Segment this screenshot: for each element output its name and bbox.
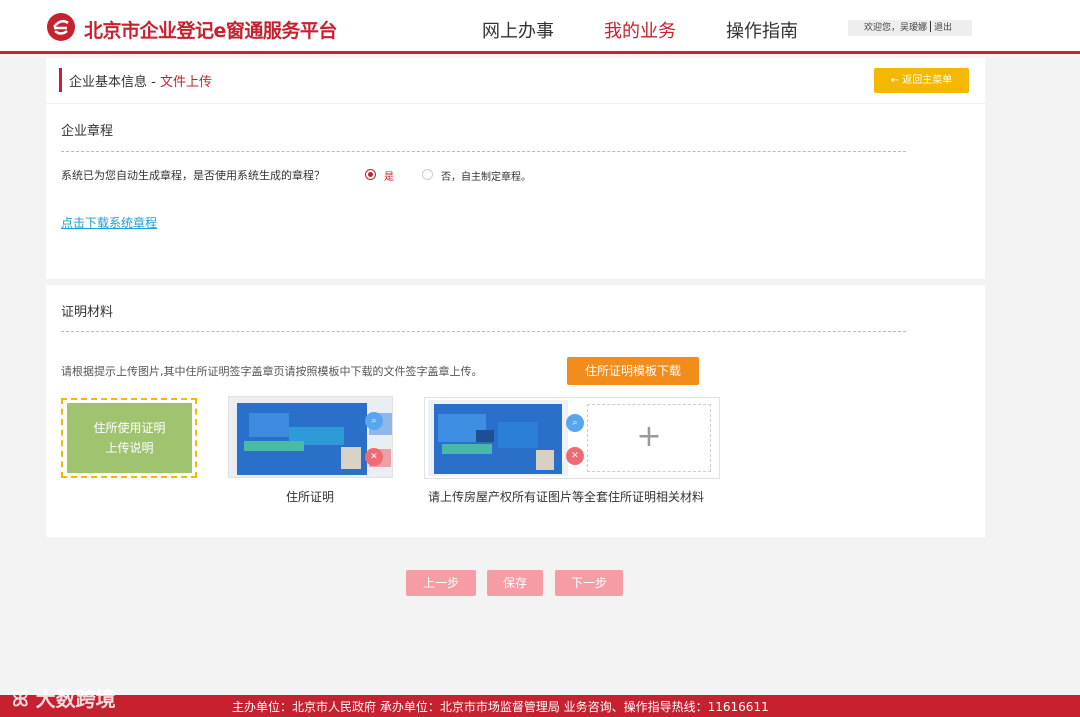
zoom-icon[interactable]: ⌕ (566, 414, 584, 432)
plus-icon: + (636, 419, 662, 454)
section-title-proof: 证明材料 (61, 305, 114, 320)
breadcrumb-separator: - (147, 75, 160, 90)
title-accent-bar (59, 68, 62, 92)
user-box: 欢迎您，吴瑷娜 退出 (848, 20, 972, 36)
nav-online-service[interactable]: 网上办事 (482, 17, 554, 43)
zoom-icon[interactable]: ⌕ (365, 412, 383, 430)
residence-proof-image[interactable] (228, 396, 393, 478)
trash-icon[interactable]: ✕ (365, 448, 383, 466)
caption-residence-proof: 住所证明 (286, 490, 335, 504)
watermark: ꕤ 大数跨境 (12, 687, 116, 711)
radio-no-label[interactable]: 否，自主制定章程。 (441, 168, 531, 183)
instruction-tile[interactable]: 住所使用证明 上传说明 (67, 403, 192, 473)
dashed-divider (61, 151, 906, 152)
user-greeting: 欢迎您，吴瑷娜 (864, 23, 928, 33)
divider (930, 21, 932, 32)
trash-icon[interactable]: ✕ (566, 447, 584, 465)
breadcrumb-current: 文件上传 (159, 75, 212, 90)
dashed-divider (61, 331, 906, 332)
instruction-line-1: 住所使用证明 (93, 421, 166, 435)
next-step-button[interactable]: 下一步 (555, 570, 623, 596)
watermark-text: 大数跨境 (35, 687, 116, 711)
radio-yes[interactable] (365, 169, 376, 180)
nav-guide[interactable]: 操作指南 (726, 17, 798, 43)
logo-icon (47, 13, 75, 41)
articles-question: 系统已为您自动生成章程，是否使用系统生成的章程？ (61, 169, 325, 182)
breadcrumb: 企业基本信息 - 文件上传 (69, 71, 212, 90)
section-title-articles: 企业章程 (61, 124, 114, 139)
caption-property-proof: 请上传房屋产权所有证图片等全套住所证明相关材料 (428, 490, 705, 504)
footer: 主办单位：北京市人民政府 承办单位：北京市市场监督管理局 业务咨询、操作指导热线… (0, 695, 1080, 717)
save-button[interactable]: 保存 (487, 570, 543, 596)
footer-text: 主办单位：北京市人民政府 承办单位：北京市市场监督管理局 业务咨询、操作指导热线… (232, 700, 769, 714)
add-image-button[interactable]: + (587, 404, 711, 472)
back-to-menu-button[interactable]: ← 返回主菜单 (874, 68, 969, 93)
download-articles-link[interactable]: 点击下载系统章程 (61, 214, 157, 231)
breadcrumb-section: 企业基本信息 (69, 75, 148, 90)
logout-link[interactable]: 退出 (934, 23, 952, 33)
top-header: 北京市企业登记e窗通服务平台 网上办事 我的业务 操作指南 欢迎您，吴瑷娜 退出 (0, 0, 1080, 54)
radio-no[interactable] (422, 169, 433, 180)
radio-yes-label[interactable]: 是 (384, 168, 394, 183)
template-download-button[interactable]: 住所证明模板下载 (567, 357, 699, 385)
divider (46, 103, 985, 104)
nav-my-business[interactable]: 我的业务 (604, 17, 676, 43)
brand-title[interactable]: 北京市企业登记e窗通服务平台 (84, 16, 337, 43)
instruction-line-2: 上传说明 (105, 441, 154, 455)
upload-hint: 请根据提示上传图片,其中住所证明签字盖章页请按照模板中下载的文件签字盖章上传。 (61, 365, 483, 378)
property-proof-image[interactable] (428, 400, 568, 476)
prev-step-button[interactable]: 上一步 (406, 570, 476, 596)
